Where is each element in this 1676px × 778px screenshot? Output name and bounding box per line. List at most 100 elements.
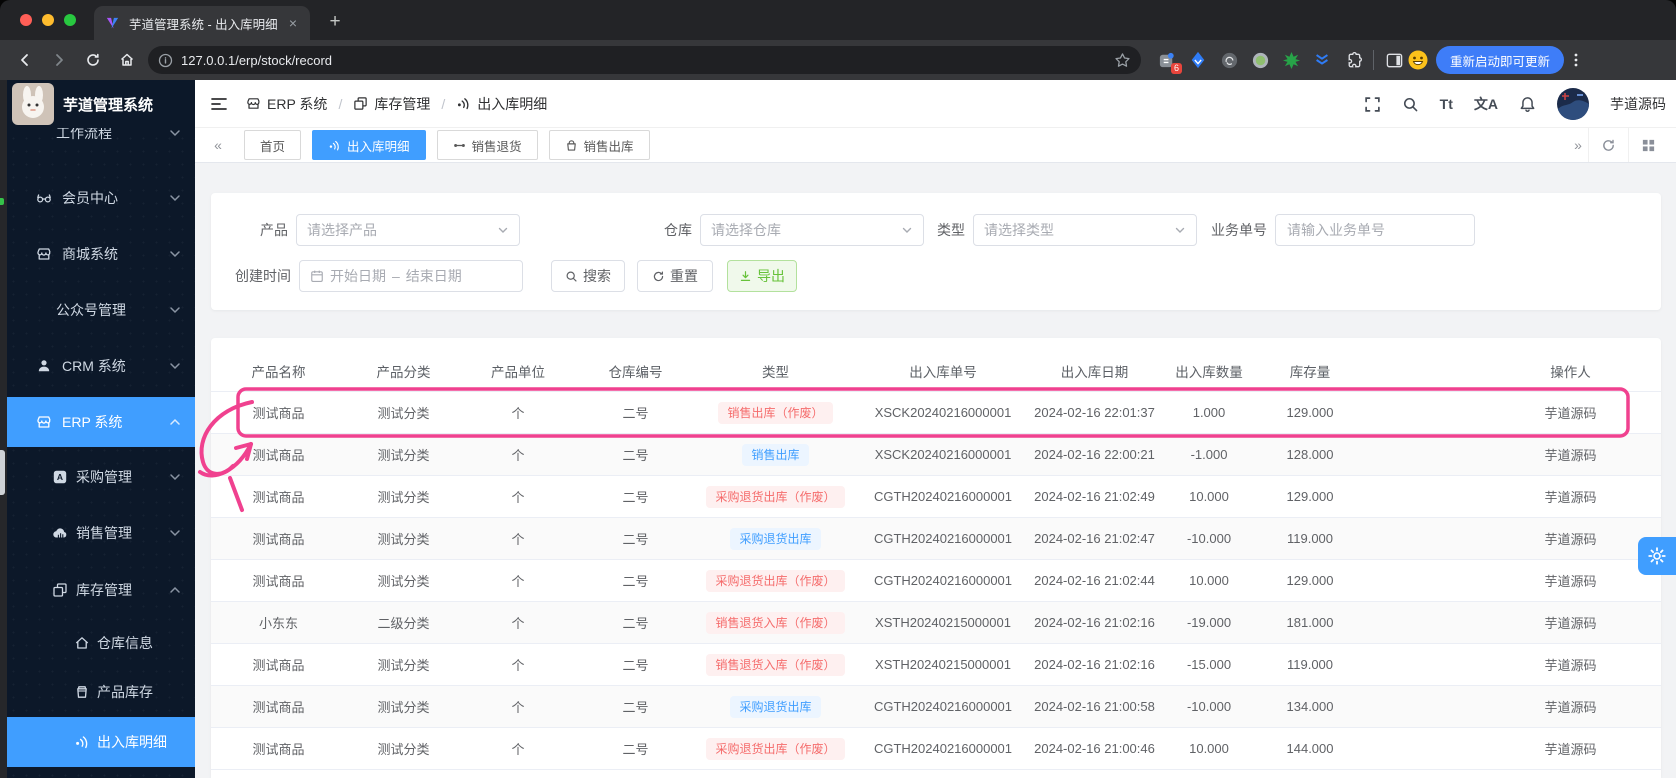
cell: 1.000 — [1158, 392, 1260, 433]
browser-update-button[interactable]: 重新启动即可更新 — [1436, 46, 1564, 74]
type-badge: 销售退货入库（作废） — [706, 654, 844, 676]
cell: 2024-02-16 22:00:21 — [1031, 434, 1158, 475]
search-icon[interactable] — [1402, 96, 1419, 113]
extension-star-icon[interactable] — [1279, 48, 1303, 72]
font-size-icon[interactable]: Tt — [1440, 96, 1453, 112]
storefront-icon — [246, 96, 261, 111]
sidebar-item-mall-system[interactable]: 商城系统 — [7, 229, 195, 279]
product-select[interactable]: 请选择产品 — [296, 214, 520, 246]
chevron-up-icon — [169, 416, 181, 428]
settings-gear-button[interactable] — [1638, 537, 1676, 575]
cell: 测试分类 — [346, 644, 461, 685]
tab-sales-out[interactable]: 销售出库 — [549, 130, 650, 160]
user-avatar[interactable] — [1557, 88, 1589, 120]
sidebar-item-warehouse-info[interactable]: 仓库信息 — [7, 618, 195, 668]
cell: 销售退货入库（作废） — [696, 602, 855, 643]
cell: 2024-02-16 22:01:37 — [1031, 392, 1158, 433]
notification-bell-icon[interactable] — [1519, 96, 1536, 113]
tab-home[interactable]: 首页 — [244, 130, 301, 160]
column-header: 操作人 — [1360, 350, 1661, 391]
cell: 129.000 — [1260, 392, 1360, 433]
cell: 2024-02-16 21:02:16 — [1031, 644, 1158, 685]
export-button[interactable]: 导出 — [727, 260, 797, 292]
extension-adblock-icon[interactable]: 6 — [1155, 48, 1179, 72]
extension-green-circle-icon[interactable] — [1248, 48, 1272, 72]
date-separator: – — [392, 268, 400, 284]
background-window-edge — [0, 450, 5, 495]
breadcrumb-item-stock-record[interactable]: 出入库明细 — [456, 94, 547, 114]
tabs-scroll-right-icon[interactable]: » — [1568, 137, 1588, 153]
cell: 144.000 — [1260, 728, 1360, 769]
sidebar-item-crm-system[interactable]: CRM 系统 — [7, 341, 195, 391]
voice-icon — [328, 139, 341, 152]
sidebar-item-member-center[interactable]: 会员中心 — [7, 173, 195, 223]
extension-chevrons-icon[interactable] — [1310, 48, 1334, 72]
sidebar-item-sales-mgmt[interactable]: 销售管理 — [7, 508, 195, 558]
cell: 芋道源码 — [1360, 434, 1661, 475]
cell: 二号 — [575, 602, 696, 643]
sidebar-item-purchase-mgmt[interactable]: A 采购管理 — [7, 452, 195, 502]
browser-tab[interactable]: 芋道管理系统 - 出入库明细 × — [94, 6, 310, 40]
new-tab-button[interactable]: + — [322, 9, 348, 35]
bag-icon — [565, 139, 578, 152]
cell: 测试分类 — [346, 518, 461, 559]
chevron-down-icon — [169, 248, 181, 260]
url-bar[interactable]: 127.0.0.1/erp/stock/record — [148, 46, 1141, 74]
window-zoom-button[interactable] — [64, 14, 76, 26]
table-row: 测试商品 测试分类 个 二号 采购退货出库 CGTH20240216000001… — [211, 518, 1661, 560]
sidebar-item-inventory-mgmt[interactable]: 库存管理 — [7, 565, 195, 615]
cell: 2024-02-16 21:00:58 — [1031, 686, 1158, 727]
main-area: ERP 系统 / 库存管理 / 出入库明细 — [195, 80, 1676, 778]
table-row: 测试商品 测试分类 个 二号 采购退货出库 CGTH20240216000001… — [211, 686, 1661, 728]
extension-gray-circle-icon[interactable] — [1217, 48, 1241, 72]
back-icon[interactable] — [8, 45, 42, 75]
tab-close-icon[interactable]: × — [286, 15, 300, 31]
cell: XSCK20240216000001 — [855, 392, 1031, 433]
search-button[interactable]: 搜索 — [551, 260, 625, 292]
tab-sales-return[interactable]: 销售退货 — [437, 130, 538, 160]
tab-stock-record[interactable]: 出入库明细 — [312, 130, 426, 160]
sidebar-item-stock-record[interactable]: 出入库明细 — [7, 717, 195, 767]
profile-emoji-icon[interactable] — [1406, 48, 1430, 72]
reload-icon[interactable] — [76, 45, 110, 75]
sidebar-item-product-stock[interactable]: 产品库存 — [7, 667, 195, 717]
person-icon — [36, 358, 52, 374]
voice-icon — [456, 96, 471, 111]
cell: 二号 — [575, 518, 696, 559]
breadcrumb-item-erp[interactable]: ERP 系统 — [246, 94, 327, 114]
date-range-picker[interactable]: 开始日期 – 结束日期 — [299, 260, 523, 292]
bizno-input[interactable] — [1275, 214, 1475, 246]
username[interactable]: 芋道源码 — [1610, 94, 1666, 114]
cell: CGTH20240216000001 — [855, 728, 1031, 769]
extensions-puzzle-icon[interactable] — [1341, 48, 1365, 72]
bookmark-star-icon[interactable] — [1114, 52, 1131, 69]
cell: 二号 — [575, 686, 696, 727]
translate-icon[interactable]: 文A — [1474, 94, 1498, 114]
refresh-icon[interactable] — [1588, 128, 1628, 162]
sidebar-item-official-account[interactable]: 公众号管理 — [7, 285, 195, 335]
cell: 测试分类 — [346, 686, 461, 727]
forward-icon[interactable] — [42, 45, 76, 75]
cell: 销售退货入库（作废） — [696, 644, 855, 685]
sidebar-item-erp-system[interactable]: ERP 系统 — [7, 397, 195, 447]
cell: 采购退货出库（作废） — [696, 476, 855, 517]
chevron-down-icon — [497, 224, 509, 236]
home-icon[interactable] — [110, 45, 144, 75]
browser-menu-icon[interactable] — [1564, 48, 1588, 72]
extension-kite-icon[interactable] — [1186, 48, 1210, 72]
side-panel-icon[interactable] — [1382, 48, 1406, 72]
menu-fold-icon[interactable] — [210, 95, 228, 113]
cell: 10.000 — [1158, 476, 1260, 517]
window-minimize-button[interactable] — [42, 14, 54, 26]
cell: CGTH20240216000001 — [855, 476, 1031, 517]
layout-grid-icon[interactable] — [1628, 128, 1668, 162]
fullscreen-icon[interactable] — [1364, 96, 1381, 113]
reset-button[interactable]: 重置 — [637, 260, 713, 292]
site-info-icon[interactable] — [158, 53, 173, 68]
window-close-button[interactable] — [20, 14, 32, 26]
breadcrumb-item-inventory[interactable]: 库存管理 — [353, 94, 430, 114]
cell: 销售出库（作废） — [696, 392, 855, 433]
cell: XSCK20240216000001 — [855, 434, 1031, 475]
tabs-scroll-left-icon[interactable]: « — [208, 137, 228, 153]
cell: 测试分类 — [346, 728, 461, 769]
